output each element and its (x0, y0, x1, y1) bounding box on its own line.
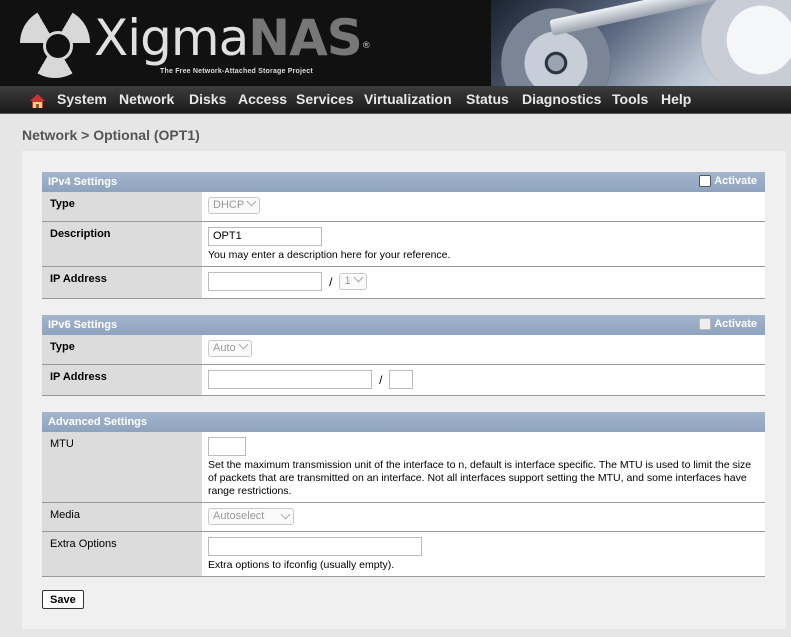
logo-icon (20, 8, 90, 78)
nav-help[interactable]: Help (661, 91, 691, 107)
media-label: Media (42, 503, 202, 531)
ipv6-settings-section: IPv6 Settings Activate Type Auto IP Addr… (42, 315, 765, 396)
ipv6-settings-title: IPv6 Settings (48, 319, 118, 331)
prefix-separator: / (379, 372, 383, 387)
app-header: XigmaNAS® The Free Network-Attached Stor… (0, 0, 791, 86)
ipv6-activate-toggle[interactable]: Activate (699, 318, 757, 330)
save-button[interactable]: Save (42, 590, 84, 609)
chevron-down-icon (246, 196, 257, 207)
ipv4-description-input[interactable]: OPT1 (208, 227, 322, 246)
nav-access[interactable]: Access (238, 91, 287, 107)
nav-disks[interactable]: Disks (189, 91, 226, 107)
mtu-note: Set the maximum transmission unit of the… (208, 459, 752, 497)
logo-tagline: The Free Network-Attached Storage Projec… (160, 68, 313, 75)
chevron-down-icon (238, 339, 249, 350)
media-row: Media Autoselect (42, 503, 765, 532)
media-select[interactable]: Autoselect (208, 508, 294, 525)
ipv4-activate-toggle[interactable]: Activate (699, 175, 757, 187)
ipv6-type-row: Type Auto (42, 335, 765, 365)
ipv6-settings-header: IPv6 Settings Activate (42, 315, 765, 335)
advanced-settings-header: Advanced Settings (42, 412, 765, 432)
chevron-down-icon (280, 509, 291, 520)
ipv4-settings-header: IPv4 Settings Activate (42, 172, 765, 192)
ipv4-description-note: You may enter a description here for you… (208, 249, 451, 261)
nav-status[interactable]: Status (466, 91, 509, 107)
ipv4-settings-section: IPv4 Settings Activate Type DHCP Descrip… (42, 172, 765, 299)
ipv4-ip-address-row: IP Address / 1 (42, 267, 765, 299)
hard-drive-banner-image (491, 0, 791, 86)
nav-virtualization[interactable]: Virtualization (364, 91, 452, 107)
ipv4-settings-title: IPv4 Settings (48, 176, 118, 188)
nav-services[interactable]: Services (296, 91, 354, 107)
extra-options-label: Extra Options (42, 532, 202, 576)
mtu-label: MTU (42, 432, 202, 502)
mtu-row: MTU Set the maximum transmission unit of… (42, 432, 765, 503)
ipv4-ip-address-label: IP Address (42, 267, 202, 298)
extra-options-note: Extra options to ifconfig (usually empty… (208, 559, 395, 571)
main-nav: System Network Disks Access Services Vir… (0, 86, 791, 114)
prefix-separator: / (329, 274, 333, 289)
home-icon[interactable] (30, 94, 45, 108)
ipv4-type-select[interactable]: DHCP (208, 196, 261, 214)
page-title: Network > Optional (OPT1) (22, 127, 200, 143)
ipv6-ip-address-input[interactable] (208, 370, 372, 389)
ipv4-activate-label: Activate (714, 175, 757, 187)
ipv6-type-select[interactable]: Auto (208, 339, 252, 357)
ipv6-prefix-input[interactable] (389, 370, 414, 389)
extra-options-input[interactable] (208, 537, 422, 556)
ipv6-type-label: Type (42, 335, 202, 364)
ipv4-description-label: Description (42, 222, 202, 266)
mtu-input[interactable] (208, 437, 246, 456)
chevron-down-icon (353, 272, 364, 283)
nav-network[interactable]: Network (119, 91, 174, 107)
ipv4-description-row: Description OPT1 You may enter a descrip… (42, 222, 765, 267)
ipv6-ip-address-row: IP Address / (42, 365, 765, 396)
ipv4-activate-checkbox[interactable] (699, 175, 712, 187)
ipv6-ip-address-label: IP Address (42, 365, 202, 395)
extra-options-row: Extra Options Extra options to ifconfig … (42, 532, 765, 577)
nav-tools[interactable]: Tools (612, 91, 648, 107)
ipv4-type-row: Type DHCP (42, 192, 765, 222)
nav-diagnostics[interactable]: Diagnostics (522, 91, 601, 107)
nav-system[interactable]: System (57, 91, 107, 107)
ipv4-ip-address-input[interactable] (208, 272, 322, 291)
advanced-settings-title: Advanced Settings (48, 416, 148, 428)
advanced-settings-section: Advanced Settings MTU Set the maximum tr… (42, 412, 765, 577)
ipv4-type-label: Type (42, 192, 202, 221)
ipv6-activate-label: Activate (714, 318, 757, 330)
logo-wordmark: XigmaNAS® (94, 9, 371, 67)
ipv4-prefix-select[interactable]: 1 (339, 272, 367, 290)
ipv6-activate-checkbox[interactable] (699, 318, 712, 330)
